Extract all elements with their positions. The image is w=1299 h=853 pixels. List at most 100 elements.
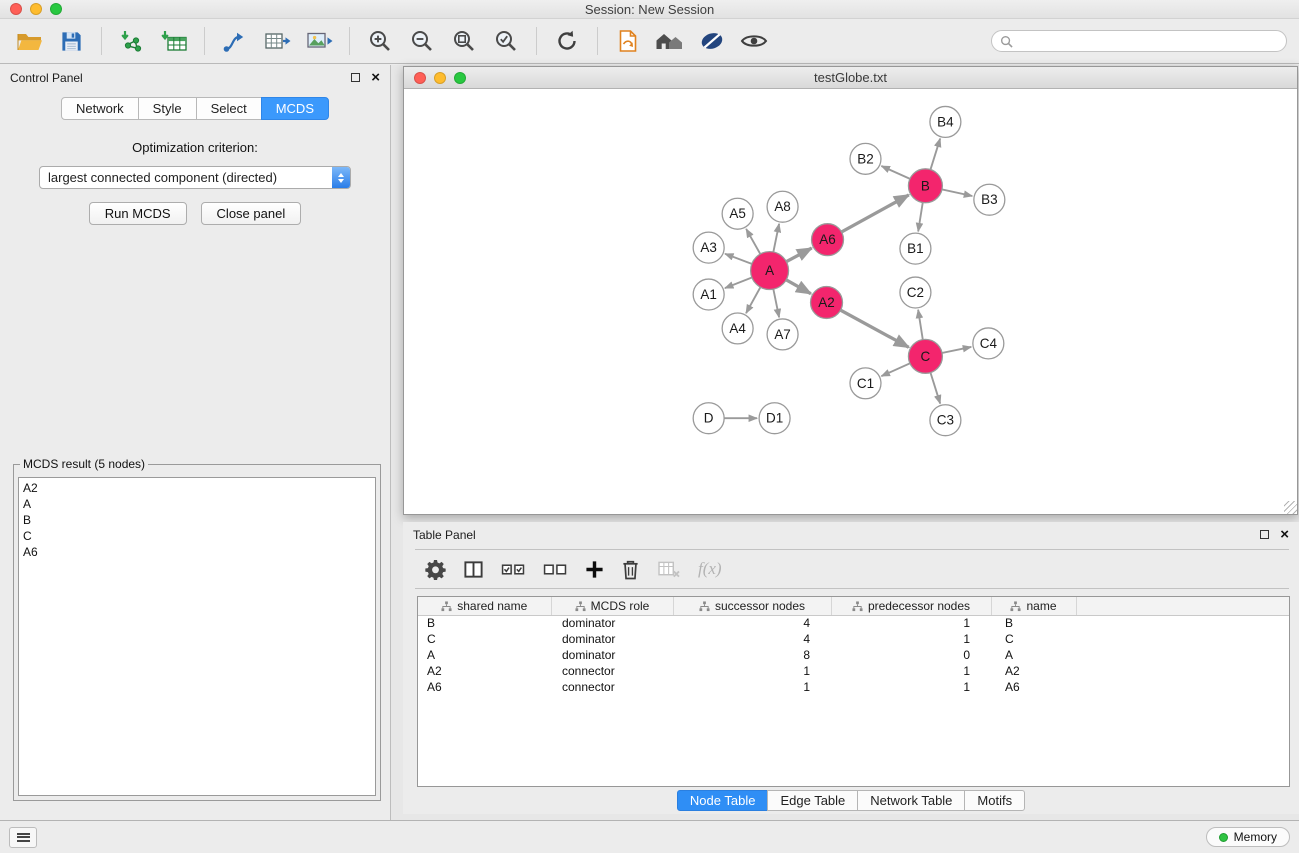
table-settings-button[interactable] (425, 556, 446, 582)
column-header[interactable]: predecessor nodes (831, 597, 991, 615)
network-canvas[interactable]: B4B2BB3A8A5A6B1A3AC2A1A2A4A7C4CC1C3DD1 (404, 89, 1297, 514)
select-all-icon (501, 560, 526, 579)
eye-button[interactable] (737, 25, 771, 57)
delete-table-button[interactable] (657, 556, 681, 582)
document-button[interactable] (611, 25, 645, 57)
maximize-window-button[interactable] (50, 3, 62, 15)
add-column-button[interactable] (585, 556, 604, 582)
export-network-button[interactable] (218, 25, 252, 57)
graph-node-label: C3 (937, 413, 954, 428)
zoom-fit-icon (452, 29, 476, 53)
column-type-icon (699, 601, 710, 612)
table-row[interactable]: Cdominator41C (418, 631, 1289, 647)
delete-column-button[interactable] (621, 556, 640, 582)
mcds-result-item[interactable]: A (23, 496, 371, 512)
close-window-button[interactable] (10, 3, 22, 15)
graph-node-label: B2 (857, 151, 873, 166)
save-session-button[interactable] (54, 25, 88, 57)
select-all-button[interactable] (501, 556, 526, 582)
close-panel-icon[interactable]: × (371, 73, 380, 83)
mcds-result-item[interactable]: A2 (23, 480, 371, 496)
plus-icon (585, 560, 604, 579)
control-panel-header: Control Panel × (0, 65, 390, 90)
import-table-button[interactable] (157, 25, 191, 57)
table-cell: dominator (551, 647, 673, 663)
toolbar-separator (536, 27, 537, 55)
table-cell-filler (1076, 679, 1289, 695)
tab-select[interactable]: Select (196, 97, 262, 120)
dropdown-stepper-icon (332, 167, 350, 188)
mcds-result-group: MCDS result (5 nodes) A2ABCA6 (13, 457, 381, 801)
table-row[interactable]: A6connector11A6 (418, 679, 1289, 695)
home-button[interactable] (653, 25, 687, 57)
status-bar: Memory (0, 820, 1299, 853)
float-table-panel-icon[interactable] (1260, 530, 1269, 539)
table-cell-filler (1076, 631, 1289, 647)
column-header[interactable]: name (991, 597, 1076, 615)
table-cell: 1 (673, 679, 831, 695)
tab-network-table[interactable]: Network Table (857, 790, 965, 811)
search-box[interactable] (991, 30, 1287, 52)
minimize-network-button[interactable] (434, 72, 446, 84)
tab-edge-table[interactable]: Edge Table (767, 790, 858, 811)
tab-style[interactable]: Style (138, 97, 197, 120)
float-panel-icon[interactable] (351, 73, 360, 82)
delete-table-icon (657, 560, 681, 579)
network-window-titlebar[interactable]: testGlobe.txt (404, 67, 1297, 89)
column-header[interactable]: successor nodes (673, 597, 831, 615)
table-cell: 4 (673, 631, 831, 647)
refresh-layout-button[interactable] (550, 25, 584, 57)
table-row[interactable]: A2connector11A2 (418, 663, 1289, 679)
table-row[interactable]: Adominator80A (418, 647, 1289, 663)
toolbar-separator (204, 27, 205, 55)
mcds-result-list[interactable]: A2ABCA6 (18, 477, 376, 796)
task-history-button[interactable] (9, 827, 37, 848)
memory-button[interactable]: Memory (1206, 827, 1290, 847)
close-table-panel-icon[interactable]: × (1280, 530, 1289, 540)
export-image-icon (306, 29, 333, 53)
table-cell: B (991, 615, 1076, 631)
column-header[interactable]: MCDS role (551, 597, 673, 615)
function-builder-button[interactable]: f(x) (698, 556, 722, 582)
resize-grip-icon[interactable] (1284, 501, 1297, 514)
import-network-icon (119, 29, 145, 53)
tab-network[interactable]: Network (61, 97, 139, 120)
table-cell: connector (551, 679, 673, 695)
mcds-result-title: MCDS result (5 nodes) (20, 457, 148, 471)
graph-node-label: B4 (937, 114, 954, 129)
import-network-button[interactable] (115, 25, 149, 57)
export-image-button[interactable] (302, 25, 336, 57)
table-row[interactable]: Bdominator41B (418, 615, 1289, 631)
search-input[interactable] (1018, 34, 1278, 48)
table-tabbar: Node Table Edge Table Network Table Moti… (403, 790, 1299, 811)
mcds-result-item[interactable]: C (23, 528, 371, 544)
zoom-out-button[interactable] (405, 25, 439, 57)
graph-node-label: A8 (774, 199, 790, 214)
table-cell: A (991, 647, 1076, 663)
export-table-button[interactable] (260, 25, 294, 57)
minimize-window-button[interactable] (30, 3, 42, 15)
column-header[interactable]: shared name (418, 597, 551, 615)
export-network-icon (222, 29, 248, 53)
deselect-all-button[interactable] (543, 556, 568, 582)
zoom-fit-button[interactable] (447, 25, 481, 57)
open-file-button[interactable] (12, 25, 46, 57)
show-columns-button[interactable] (463, 556, 484, 582)
zoom-in-button[interactable] (363, 25, 397, 57)
mcds-result-item[interactable]: B (23, 512, 371, 528)
table-cell: dominator (551, 615, 673, 631)
tab-motifs[interactable]: Motifs (964, 790, 1025, 811)
run-mcds-button[interactable]: Run MCDS (89, 202, 187, 225)
maximize-network-button[interactable] (454, 72, 466, 84)
close-panel-button[interactable]: Close panel (201, 202, 302, 225)
zoom-selected-button[interactable] (489, 25, 523, 57)
table-cell: 1 (673, 663, 831, 679)
close-network-button[interactable] (414, 72, 426, 84)
tab-node-table[interactable]: Node Table (677, 790, 769, 811)
tab-mcds[interactable]: MCDS (261, 97, 329, 120)
graph-node-label: A6 (819, 232, 835, 247)
criterion-dropdown[interactable]: largest connected component (directed) (39, 166, 351, 189)
mcds-result-item[interactable]: A6 (23, 544, 371, 560)
graph-node-label: C4 (980, 336, 998, 351)
annotation-button[interactable] (695, 25, 729, 57)
